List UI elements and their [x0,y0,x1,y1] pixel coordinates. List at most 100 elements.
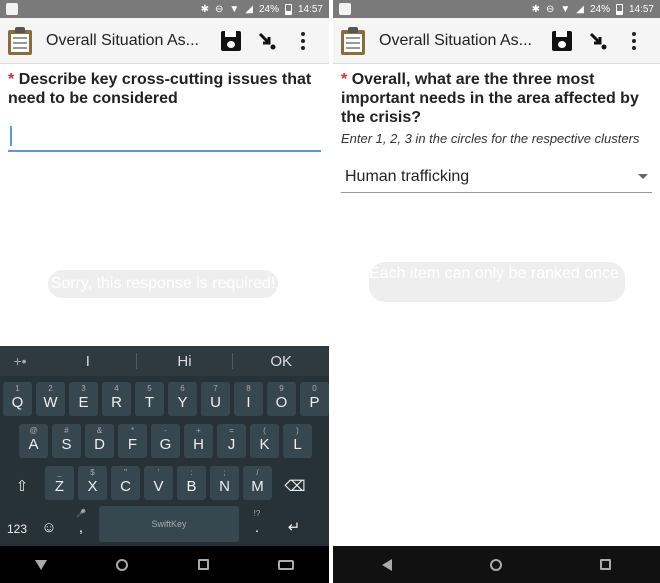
key-g[interactable]: -G [151,424,180,458]
form-title: Overall Situation As... [379,31,532,49]
hide-keyboard-icon[interactable] [34,559,47,570]
question-label: Describe key cross-cutting issues that n… [8,71,312,107]
right-screen: ✱ ⊖ ▼ ◢ 24% 14:57 Overall Situation As..… [333,0,660,583]
key-r[interactable]: 4R [102,382,131,416]
keyboard-switch-icon[interactable] [278,559,295,570]
key-label: Q [11,394,24,411]
app-toolbar: Overall Situation As... [333,18,660,64]
key-secondary-label: ( [263,426,266,435]
text-cursor [10,126,12,146]
key-d[interactable]: & D [85,424,114,458]
left-screen: ✱ ⊖ ▼ ◢ 24% 14:57 Overall Situation As..… [0,0,329,583]
clock: 14:57 [297,3,323,15]
battery-percent: 24% [589,3,610,15]
key-e[interactable]: 3E [69,382,98,416]
emoji-key[interactable]: ☺ [35,507,63,541]
overflow-menu-button[interactable] [285,23,321,59]
key-v[interactable]: ' V [144,466,173,500]
overflow-menu-button[interactable] [616,23,652,59]
key-label: H [193,436,204,453]
home-icon[interactable] [490,558,502,571]
recents-icon[interactable] [197,559,209,570]
save-button[interactable] [544,23,580,59]
nav-bar [0,546,329,583]
key-secondary-label: 8 [246,384,251,393]
key-secondary-label: 0 [312,384,317,393]
key-z[interactable]: _ Z [45,466,74,500]
bluetooth-icon: ✱ [200,3,209,15]
key-row-3: ⇧ _ Z $ X " C ' V: B; N / M ⌫ [3,466,318,500]
key-t[interactable]: 5T [135,382,164,416]
signal-icon: ◢ [245,3,253,15]
home-icon[interactable] [116,558,129,571]
go-to-prompt-button[interactable] [249,23,285,59]
suggestion-3[interactable]: OK [233,353,329,370]
key-secondary-label: ' [157,468,160,477]
key-row-1: 1Q2W3E4R5T6Y7U8I9O0P [3,382,329,416]
key-label: S [61,436,72,453]
key-h[interactable]: + H [184,424,213,458]
key-w[interactable]: 2W [36,382,65,416]
key-secondary-label: @ [29,426,38,435]
answer-text-field[interactable] [8,122,321,152]
enter-key[interactable]: ↵ [275,507,313,541]
key-y[interactable]: 6Y [168,382,197,416]
key-i[interactable]: 8I [234,382,263,416]
key-l[interactable]: ) L [283,424,312,458]
space-bar[interactable]: SwiftKey [99,506,239,542]
save-button[interactable] [213,23,249,59]
recents-icon[interactable] [600,559,611,570]
jump-arrow-icon [589,32,607,49]
ranking-toast: Each item can only be ranked once [369,262,625,302]
question-panel: * Overall, what are the three most impor… [333,64,660,193]
numbers-key[interactable]: 123 [3,507,31,541]
key-b[interactable]: :B [177,466,206,500]
go-to-prompt-button[interactable] [580,23,616,59]
notification-image-icon [6,3,18,15]
key-j[interactable]: = J [217,424,246,458]
key-p[interactable]: 0P [300,382,329,416]
period-key[interactable]: !?. [243,507,271,541]
key-label: W [43,394,58,411]
key-secondary-label: & [96,426,103,435]
suggestion-2[interactable]: Hi [137,353,233,370]
cluster-select[interactable]: Human trafficking [341,161,652,193]
battery-icon [615,3,623,15]
key-label: O [275,394,288,411]
key-label: N [219,478,230,495]
save-icon [221,30,241,51]
key-label: B [186,478,197,495]
shift-key[interactable]: ⇧ [3,466,41,500]
required-marker: * [341,71,348,88]
backspace-key[interactable]: ⌫ [276,466,314,500]
key-secondary-label: 2 [48,384,53,393]
key-secondary-label: 5 [147,384,152,393]
dropdown-caret-icon [638,174,648,179]
battery-icon [284,3,292,15]
status-bar: ✱ ⊖ ▼ ◢ 24% 14:57 [333,0,660,18]
key-label: A [28,436,39,453]
key-o[interactable]: 9O [267,382,296,416]
key-a[interactable]: @ A [19,424,48,458]
key-c[interactable]: " C [111,466,140,500]
key-m[interactable]: / M [243,466,272,500]
key-secondary-label: 4 [114,384,119,393]
key-u[interactable]: 7U [201,382,230,416]
key-k[interactable]: (K [250,424,279,458]
more-vert-icon [301,31,305,50]
key-label: Y [177,394,188,411]
key-s[interactable]: # S [52,424,81,458]
back-icon[interactable] [382,558,392,571]
key-secondary-label: " [124,468,127,477]
key-row-4: 123 ☺ 🎤, SwiftKey !?. ↵ [3,506,317,542]
key-q[interactable]: 1Q [3,382,32,416]
key-x[interactable]: $ X [78,466,107,500]
key-secondary-label: * [130,426,135,435]
suggestion-1[interactable]: I [40,353,136,370]
key-row-2: @ A # S & D * F - G + H = J(K) L [19,424,316,458]
key-f[interactable]: * F [118,424,147,458]
key-n[interactable]: ; N [210,466,239,500]
comma-key[interactable]: 🎤, [67,507,95,541]
notification-image-icon [339,3,351,15]
keyboard-toolbar-plus-icon[interactable]: +• [0,353,40,369]
